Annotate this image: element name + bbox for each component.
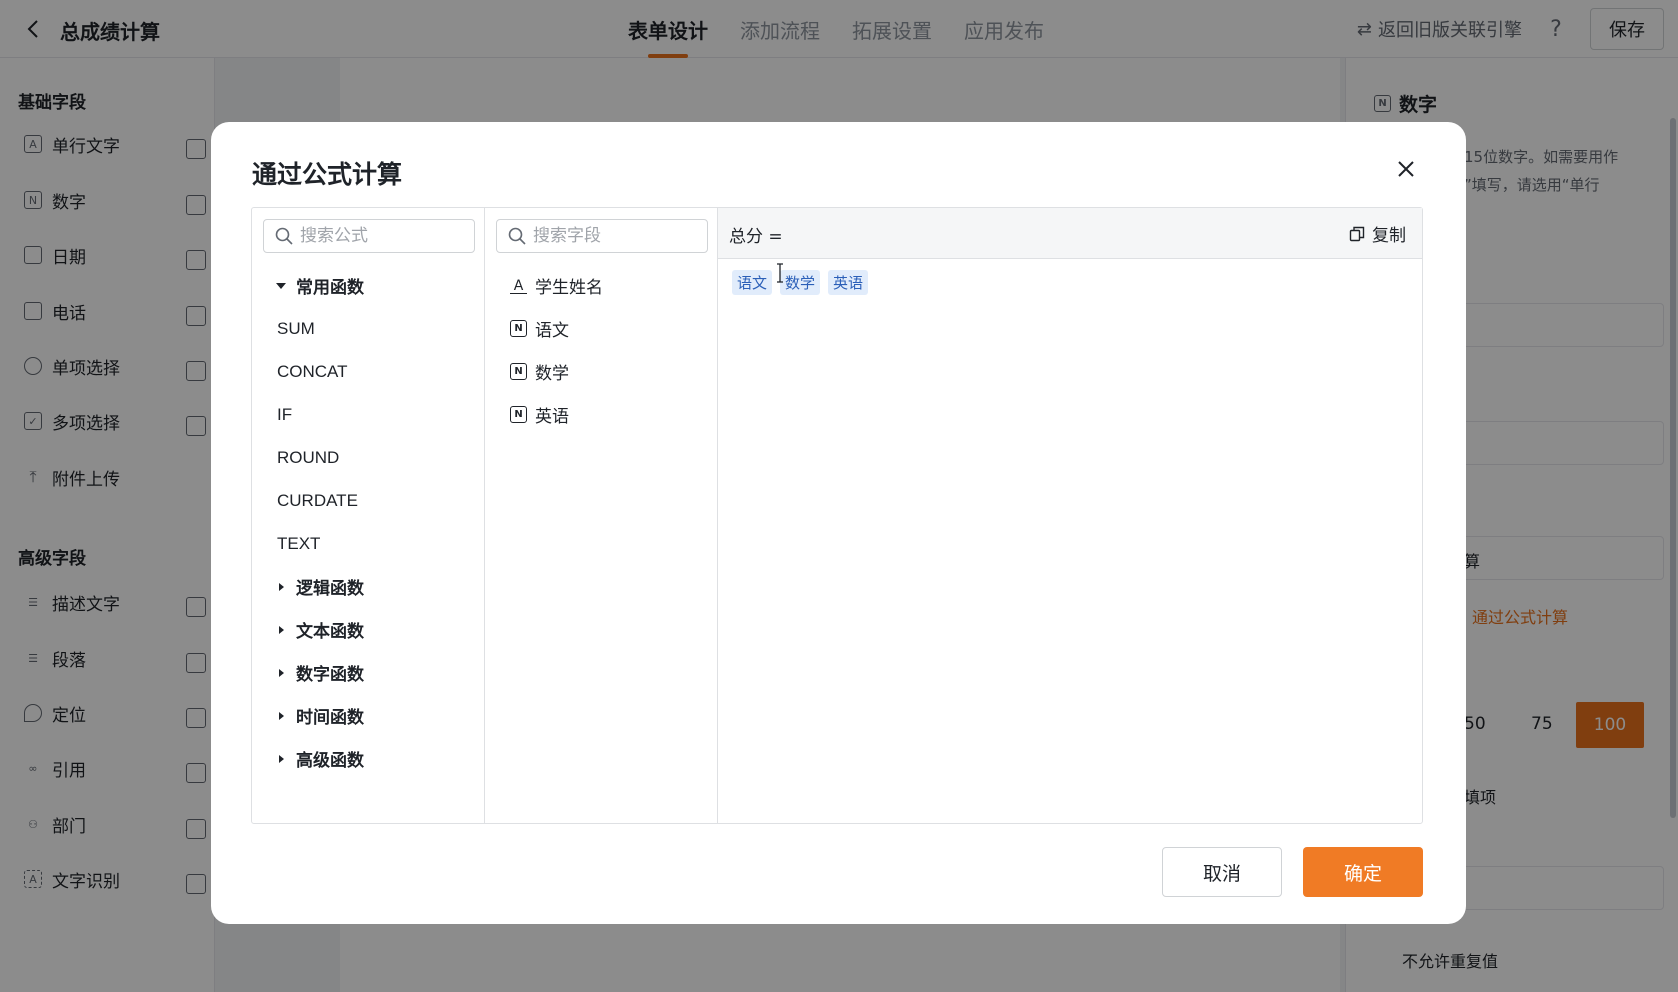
caret-right-icon (279, 625, 284, 634)
confirm-button[interactable]: 确定 (1303, 847, 1423, 897)
formula-header: 总分 = 复制 (718, 208, 1422, 259)
function-item-sum[interactable]: SUM (252, 307, 484, 350)
number-field-icon: N (510, 320, 527, 337)
field-item-math[interactable]: N 数学 (485, 350, 717, 393)
search-icon (275, 227, 293, 245)
function-item-text[interactable]: TEXT (252, 522, 484, 565)
formula-input-area[interactable]: 语文 数学 英语 (718, 259, 1422, 824)
function-list: 常用函数 SUM CONCAT IF ROUND CURDATE TEXT 逻辑… (252, 264, 484, 780)
formula-token-english[interactable]: 英语 (828, 270, 869, 295)
field-item-label: 语文 (535, 321, 569, 341)
copy-icon (1349, 226, 1365, 241)
copy-label: 复制 (1372, 226, 1406, 246)
field-item-label: 数学 (535, 364, 569, 384)
number-field-icon: N (510, 406, 527, 423)
field-item-english[interactable]: N 英语 (485, 393, 717, 436)
caret-right-icon (279, 754, 284, 763)
function-group-label: 常用函数 (296, 278, 364, 298)
function-group-common[interactable]: 常用函数 (252, 264, 484, 307)
caret-right-icon (279, 668, 284, 677)
formula-tokens: 语文 数学 英语 (732, 270, 869, 295)
function-item-if[interactable]: IF (252, 393, 484, 436)
caret-right-icon (279, 711, 284, 720)
function-item-curdate[interactable]: CURDATE (252, 479, 484, 522)
function-group-number[interactable]: 数字函数 (252, 651, 484, 694)
field-list: A 学生姓名 N 语文 N 数学 N 英语 (485, 264, 717, 436)
function-group-label: 文本函数 (296, 622, 364, 642)
function-group-label: 时间函数 (296, 708, 364, 728)
number-field-icon: N (510, 363, 527, 380)
text-field-icon: A (510, 277, 527, 294)
field-item-label: 学生姓名 (535, 278, 603, 298)
search-icon (508, 227, 526, 245)
text-cursor-icon (777, 263, 783, 283)
formula-editor-panel: 常用函数 SUM CONCAT IF ROUND CURDATE TEXT 逻辑… (251, 207, 1423, 824)
caret-right-icon (279, 582, 284, 591)
formula-token-chinese[interactable]: 语文 (732, 270, 773, 295)
function-group-label: 数字函数 (296, 665, 364, 685)
field-item-student-name[interactable]: A 学生姓名 (485, 264, 717, 307)
copy-button[interactable]: 复制 (1349, 221, 1406, 246)
function-list-column: 常用函数 SUM CONCAT IF ROUND CURDATE TEXT 逻辑… (252, 208, 485, 823)
function-group-label: 高级函数 (296, 751, 364, 771)
function-item-round[interactable]: ROUND (252, 436, 484, 479)
function-group-advanced[interactable]: 高级函数 (252, 737, 484, 780)
dialog-title: 通过公式计算 (252, 160, 403, 189)
caret-down-icon (276, 282, 286, 289)
close-icon[interactable] (1392, 155, 1420, 183)
field-item-chinese[interactable]: N 语文 (485, 307, 717, 350)
formula-search-input[interactable] (300, 226, 470, 246)
field-search-box[interactable] (496, 219, 708, 253)
function-group-text[interactable]: 文本函数 (252, 608, 484, 651)
formula-editor-column: 总分 = 复制 语文 数学 英语 (718, 208, 1422, 823)
field-item-label: 英语 (535, 407, 569, 427)
function-item-concat[interactable]: CONCAT (252, 350, 484, 393)
formula-dialog: 通过公式计算 常用函数 SUM CONCAT IF ROUND CURDATE … (211, 122, 1466, 924)
function-group-label: 逻辑函数 (296, 579, 364, 599)
function-group-time[interactable]: 时间函数 (252, 694, 484, 737)
formula-token-math[interactable]: 数学 (780, 270, 821, 295)
field-search-input[interactable] (533, 226, 703, 246)
function-group-logic[interactable]: 逻辑函数 (252, 565, 484, 608)
cancel-button[interactable]: 取消 (1162, 847, 1282, 897)
formula-search-box[interactable] (263, 219, 475, 253)
formula-label: 总分 = (729, 227, 783, 247)
field-list-column: A 学生姓名 N 语文 N 数学 N 英语 (485, 208, 718, 823)
